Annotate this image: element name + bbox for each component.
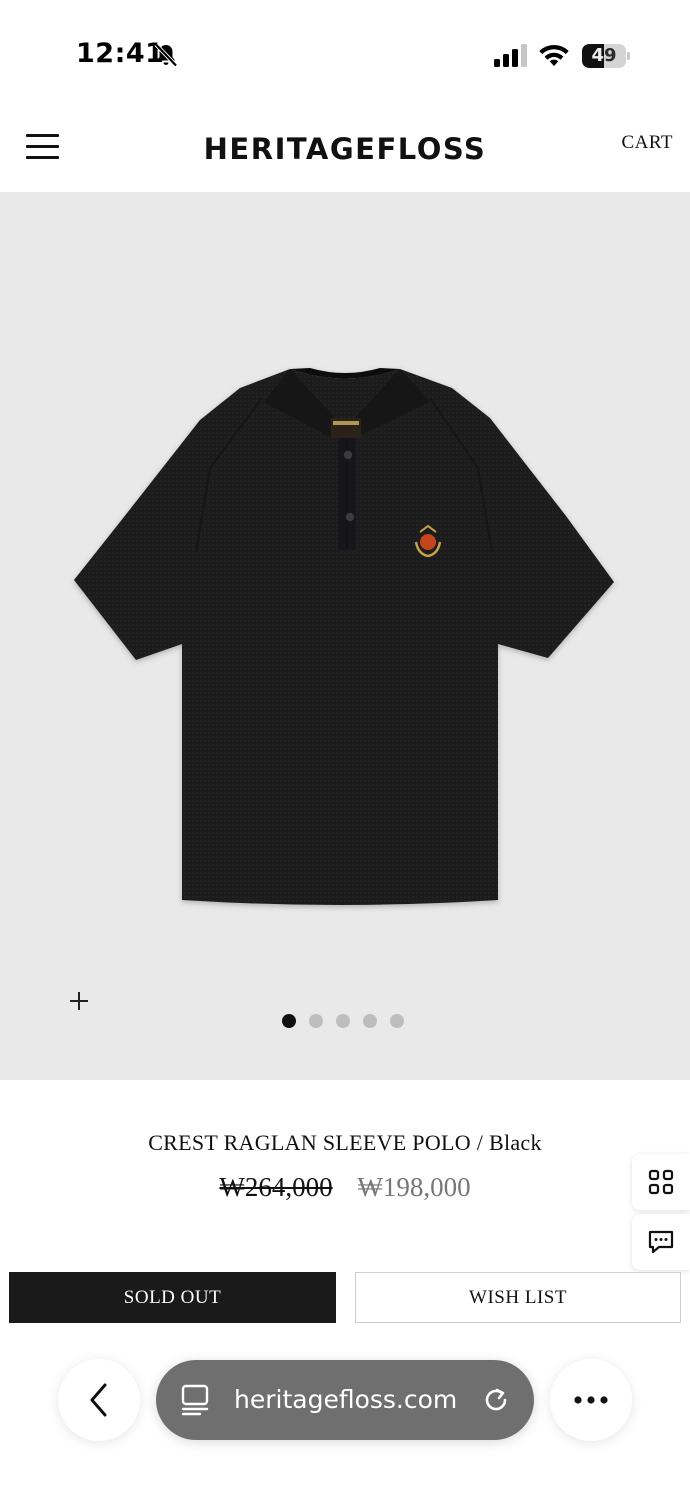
- status-time: 12:41: [76, 38, 165, 69]
- site-header: HERITAGEFLOSS CART: [0, 100, 690, 192]
- tabs-icon: [181, 1384, 209, 1416]
- chat-icon: [648, 1230, 674, 1254]
- reload-icon[interactable]: [480, 1384, 512, 1416]
- site-logo[interactable]: HERITAGEFLOSS: [0, 132, 690, 166]
- carousel-dots: [282, 1014, 404, 1028]
- battery-level: 49: [591, 45, 617, 66]
- wifi-icon: [539, 44, 569, 66]
- carousel-dot[interactable]: [363, 1014, 377, 1028]
- carousel-dot[interactable]: [390, 1014, 404, 1028]
- grid-icon: [648, 1169, 674, 1195]
- product-gallery[interactable]: [0, 192, 690, 1080]
- sale-price: ₩198,000: [357, 1172, 471, 1202]
- original-price: ₩264,000: [219, 1172, 333, 1202]
- cart-link[interactable]: CART: [621, 132, 673, 154]
- url-text: heritagefloss.com: [234, 1385, 458, 1414]
- product-title: CREST RAGLAN SLEEVE POLO / Black: [148, 1130, 542, 1155]
- bell-slash-icon: [154, 43, 178, 67]
- more-button[interactable]: [550, 1359, 632, 1441]
- wish-list-button[interactable]: WISH LIST: [355, 1272, 681, 1323]
- browser-toolbar: heritagefloss.com: [0, 1336, 690, 1500]
- carousel-dot[interactable]: [309, 1014, 323, 1028]
- address-bar[interactable]: heritagefloss.com: [156, 1360, 534, 1440]
- ellipsis-icon: [574, 1396, 608, 1404]
- product-image: [74, 368, 614, 905]
- grid-button[interactable]: [632, 1154, 690, 1210]
- cellular-signal-icon: [494, 44, 527, 67]
- sold-out-button[interactable]: SOLD OUT: [9, 1272, 336, 1323]
- battery-icon: 49: [582, 44, 630, 68]
- chevron-left-icon: [90, 1383, 107, 1417]
- status-bar: 12:41 49: [0, 0, 690, 100]
- back-button[interactable]: [58, 1359, 140, 1441]
- chat-button[interactable]: [632, 1214, 690, 1270]
- carousel-dot[interactable]: [336, 1014, 350, 1028]
- price-row: ₩264,000 ₩198,000: [0, 1172, 690, 1203]
- zoom-plus-icon[interactable]: [64, 986, 94, 1016]
- carousel-dot[interactable]: [282, 1014, 296, 1028]
